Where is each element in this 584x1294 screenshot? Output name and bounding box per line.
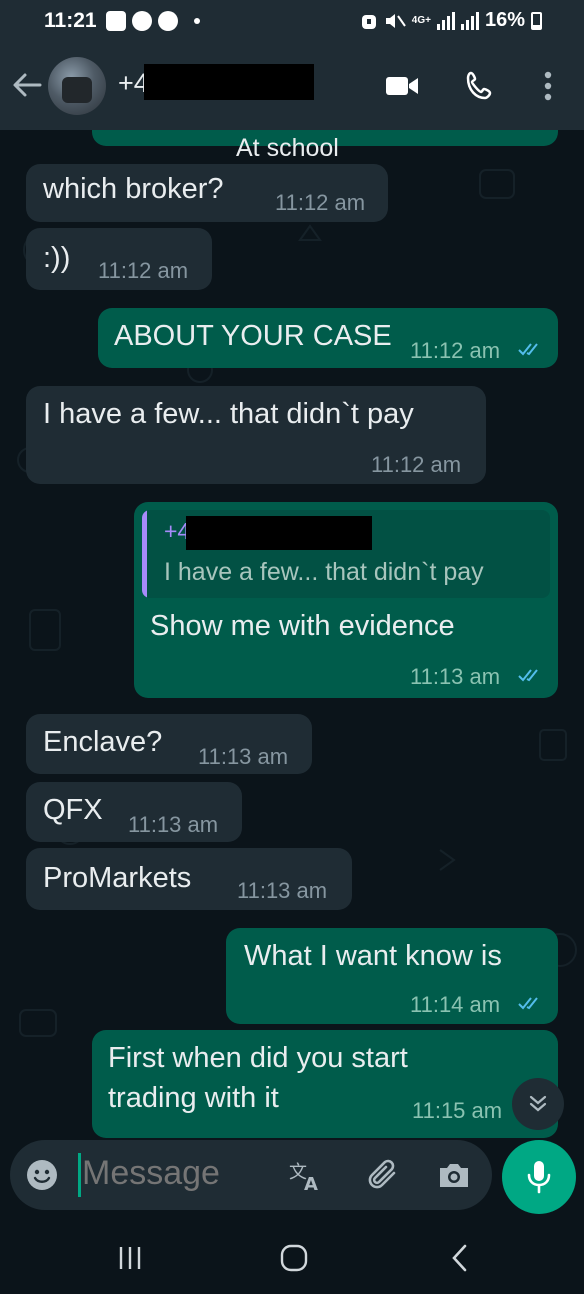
read-ticks-icon [518,997,538,1010]
message-text-line-1: First when did you start [108,1042,408,1074]
text-cursor [78,1153,81,1197]
reply-accent-bar [142,510,147,598]
outgoing-message-with-reply[interactable]: +4 2 I have a few... that didn`t pay Sho… [134,502,558,698]
message-text: which broker? [43,173,224,205]
message-text: :)) [43,242,71,274]
more-notifications-icon [194,18,200,24]
scroll-to-bottom-button[interactable] [512,1078,564,1130]
recents-button[interactable] [110,1238,150,1278]
message-time: 11:12 am [371,452,462,477]
chat-header: +4 2 [0,44,584,130]
incoming-message[interactable]: I have a few... that didn`t pay 11:12 am [26,386,486,484]
camera-button[interactable] [436,1157,472,1193]
message-text: QFX [43,794,103,826]
video-call-icon [386,77,418,95]
avatar[interactable] [48,57,106,115]
system-back-button[interactable] [440,1238,480,1278]
phone-icon [466,71,492,100]
attach-button[interactable] [366,1157,402,1193]
signal-icon-2 [460,11,479,30]
incoming-message[interactable]: Enclave? 11:13 am [26,714,312,774]
mic-icon [527,1161,551,1194]
read-ticks-icon [518,343,538,356]
message-time: 11:14 am [410,992,501,1017]
read-ticks-icon [518,669,538,682]
messenger-icon [132,11,152,31]
message-text: ProMarkets [43,862,192,894]
outgoing-message[interactable]: ABOUT YOUR CASE 11:12 am [98,308,558,368]
battery-percent: 16% [484,9,525,31]
attach-icon [368,1159,396,1189]
composer: 文 A [0,1138,584,1220]
caption-text: At school [236,134,339,162]
message-time: 11:13 am [198,744,289,769]
message-time: 11:15 am [412,1098,503,1123]
message-time: 11:13 am [237,878,328,903]
redaction-box [144,64,314,100]
reply-text: I have a few... that didn`t pay [164,558,484,586]
message-text: ABOUT YOUR CASE [114,320,392,352]
video-call-button[interactable] [382,66,422,106]
message-text: Enclave? [43,726,163,758]
message-time: 11:12 am [98,258,189,283]
chat-area[interactable]: At school which broker? 11:12 am :)) 11:… [0,130,584,1138]
recents-icon [119,1247,141,1269]
emoji-icon[interactable] [26,1159,58,1191]
system-navigation-bar [0,1220,584,1294]
double-chevron-down-icon [529,1095,547,1112]
status-bar: 11:21 4G+ 16% [0,0,584,44]
more-vert-icon [544,71,552,101]
status-right: 4G+ 16% [360,9,542,32]
gallery-icon [106,11,126,31]
signal-icon-1 [436,11,455,30]
message-time: 11:12 am [275,190,366,215]
message-time: 11:13 am [410,664,501,689]
translate-icon: 文 A [289,1162,318,1192]
message-text: Show me with evidence [150,610,455,642]
incoming-message[interactable]: ProMarkets 11:13 am [26,848,352,910]
message-text-line-2: trading with it [108,1082,279,1114]
notification-icons [106,11,200,31]
translate-button[interactable]: 文 A [288,1157,324,1193]
svg-text:A: A [304,1174,318,1192]
back-icon [452,1244,467,1272]
message-time: 11:13 am [128,812,219,837]
outgoing-message[interactable]: What I want know is 11:14 am [226,928,558,1024]
status-time: 11:21 [44,9,97,32]
message-input[interactable] [82,1154,282,1193]
battery-icon [531,11,542,30]
voice-message-button[interactable] [502,1140,576,1214]
network-type: 4G+ [411,14,431,26]
message-input-container[interactable]: 文 A [10,1140,492,1210]
back-arrow-icon[interactable] [10,68,44,102]
telegram-icon [158,11,178,31]
redaction-box [186,516,372,550]
message-text: What I want know is [244,940,502,972]
home-button[interactable] [274,1238,314,1278]
incoming-message[interactable]: which broker? 11:12 am [26,164,388,222]
camera-icon [440,1164,468,1187]
message-text: I have a few... that didn`t pay [43,398,414,430]
more-options-button[interactable] [528,66,568,106]
incoming-message[interactable]: QFX 11:13 am [26,782,242,842]
home-icon [280,1244,308,1272]
voice-call-button[interactable] [460,66,500,106]
quoted-reply[interactable]: +4 2 I have a few... that didn`t pay [142,510,550,598]
alarm-icon [361,14,376,29]
mute-icon [385,13,406,28]
outgoing-message[interactable]: First when did you start trading with it… [92,1030,558,1138]
incoming-message[interactable]: :)) 11:12 am [26,228,212,290]
message-time: 11:12 am [410,338,501,363]
